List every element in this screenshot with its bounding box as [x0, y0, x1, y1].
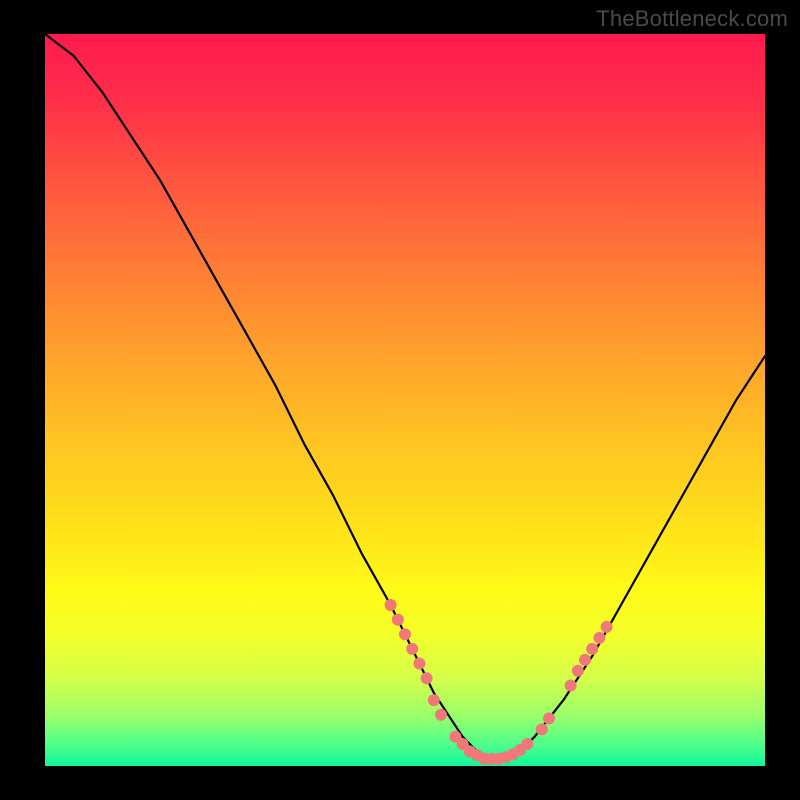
marker-point — [565, 680, 577, 692]
marker-point — [421, 672, 433, 684]
marker-point — [521, 738, 533, 750]
marker-point — [593, 632, 605, 644]
chart-container: TheBottleneck.com — [0, 0, 800, 800]
marker-point — [392, 614, 404, 626]
bottleneck-curve — [45, 34, 765, 759]
marker-point — [385, 599, 397, 611]
marker-point — [399, 628, 411, 640]
marker-point — [435, 709, 447, 721]
marker-point — [572, 665, 584, 677]
marker-point — [586, 643, 598, 655]
marker-point — [413, 658, 425, 670]
marker-point — [406, 643, 418, 655]
marker-group — [385, 599, 613, 765]
chart-svg — [0, 0, 800, 800]
marker-point — [536, 723, 548, 735]
marker-point — [428, 694, 440, 706]
marker-point — [601, 621, 613, 633]
marker-point — [579, 654, 591, 666]
marker-point — [543, 712, 555, 724]
watermark-text: TheBottleneck.com — [596, 6, 788, 32]
